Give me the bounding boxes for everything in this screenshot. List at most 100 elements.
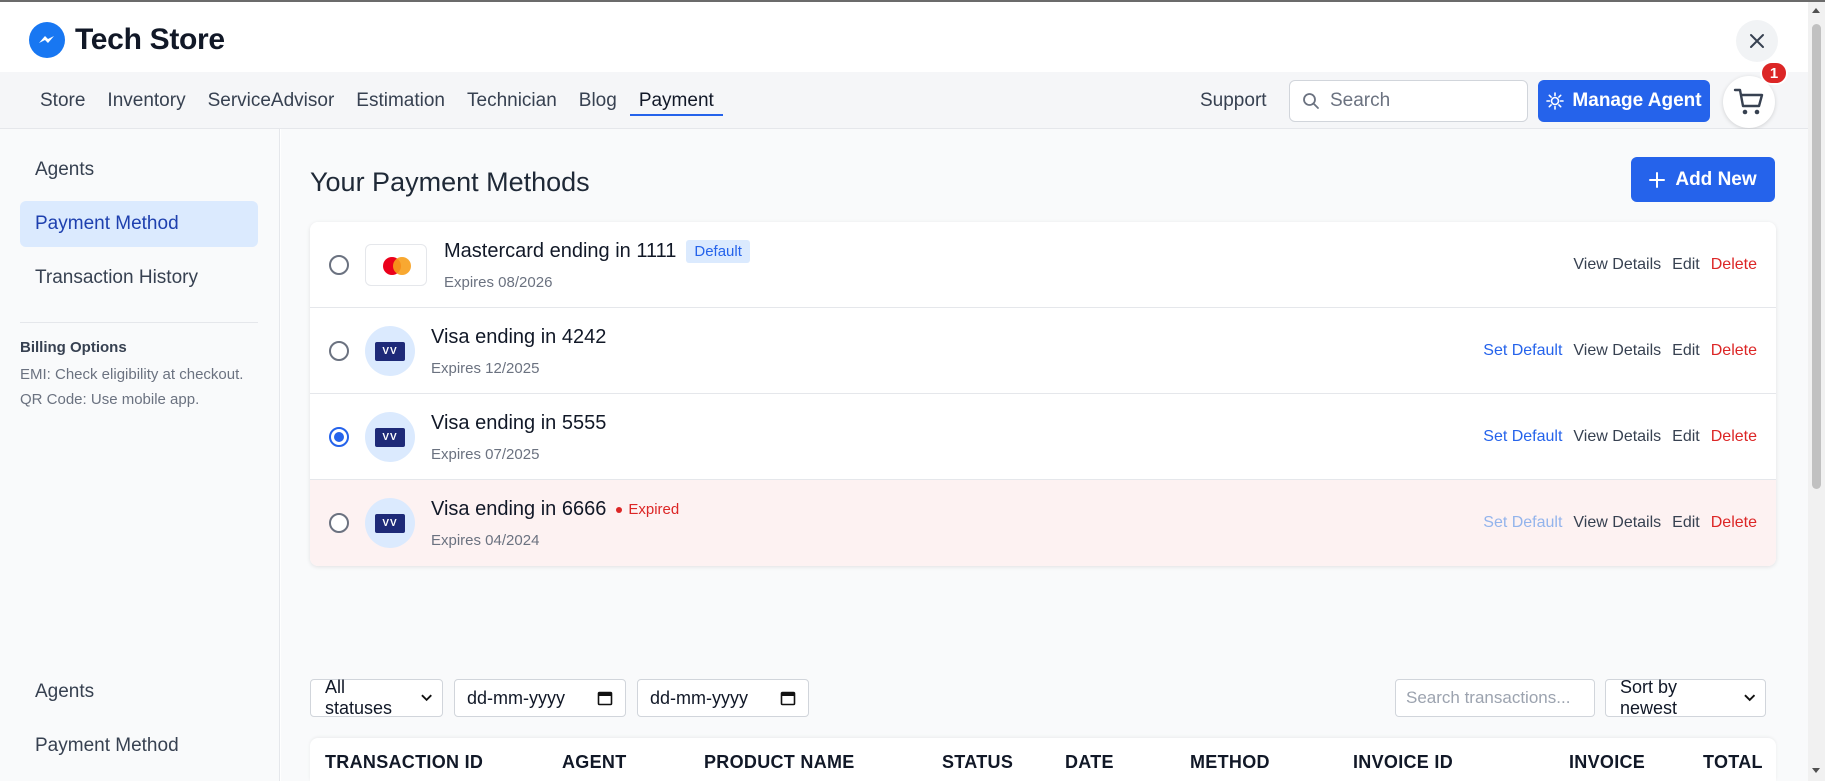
- billing-qr-text: QR Code: Use mobile app.: [20, 391, 200, 408]
- brand[interactable]: Tech Store: [29, 22, 225, 58]
- shopping-cart-icon: [1733, 88, 1764, 115]
- nav-link-blog[interactable]: Blog: [568, 72, 628, 129]
- messenger-logo-icon: [29, 22, 65, 58]
- delete-button[interactable]: Delete: [1711, 342, 1757, 360]
- view-details-button[interactable]: View Details: [1573, 256, 1661, 274]
- sidebar-item-payment-method[interactable]: Payment Method: [20, 201, 258, 247]
- card-name-text: Visa ending in 6666: [431, 498, 607, 520]
- payment-method-row: Mastercard ending in 1111 Default Expire…: [310, 222, 1776, 308]
- card-name: Visa ending in 5555: [431, 412, 606, 435]
- plus-icon: [1649, 171, 1666, 188]
- transaction-search-box[interactable]: [1395, 679, 1595, 717]
- sort-value: Sort by newest: [1620, 677, 1678, 718]
- column-header-invoice-id[interactable]: INVOICE ID: [1353, 752, 1453, 773]
- transaction-filters: All statuses dd-mm-yyyy dd-mm-yyyy Sort …: [310, 677, 1776, 718]
- delete-button[interactable]: Delete: [1711, 256, 1757, 274]
- manage-agent-label: Manage Agent: [1572, 90, 1702, 111]
- column-header-status[interactable]: STATUS: [942, 752, 1013, 773]
- nav-link-estimation[interactable]: Estimation: [345, 72, 456, 129]
- column-header-total[interactable]: TOTAL: [1703, 752, 1763, 773]
- column-header-invoice[interactable]: INVOICE: [1569, 752, 1645, 773]
- visa-card-icon: VV: [365, 412, 415, 462]
- set-default-button[interactable]: Set Default: [1483, 428, 1562, 446]
- view-details-button[interactable]: View Details: [1573, 514, 1661, 532]
- card-name-text: Visa ending in 4242: [431, 326, 607, 348]
- delete-button[interactable]: Delete: [1711, 428, 1757, 446]
- sidebar-item-agents-secondary[interactable]: Agents: [20, 669, 258, 715]
- date-from-input[interactable]: dd-mm-yyyy: [454, 679, 626, 717]
- billing-options: Billing Options EMI: Check eligibility a…: [20, 339, 260, 412]
- page-title: Your Payment Methods: [310, 167, 590, 197]
- visa-card-icon: VV: [365, 498, 415, 548]
- nav-link-store[interactable]: Store: [40, 72, 96, 129]
- payment-method-radio[interactable]: [329, 255, 349, 275]
- sidebar-item-agents[interactable]: Agents: [20, 147, 258, 193]
- edit-button[interactable]: Edit: [1672, 428, 1700, 446]
- column-header-agent[interactable]: AGENT: [562, 752, 627, 773]
- sidebar: Agents Payment Method Transaction Histor…: [0, 129, 280, 781]
- status-filter-select[interactable]: All statuses: [310, 677, 443, 718]
- column-header-date[interactable]: DATE: [1065, 752, 1114, 773]
- close-button[interactable]: [1736, 20, 1778, 62]
- brand-name: Tech Store: [75, 23, 225, 56]
- payment-method-row-expired: VV Visa ending in 6666 Expired Expires 0…: [310, 480, 1776, 566]
- edit-button[interactable]: Edit: [1672, 342, 1700, 360]
- nav-link-payment[interactable]: Payment: [628, 72, 725, 129]
- delete-button[interactable]: Delete: [1711, 514, 1757, 532]
- main-content: Your Payment Methods Add New Mastercard …: [281, 129, 1808, 781]
- payment-method-radio[interactable]: [329, 341, 349, 361]
- view-details-button[interactable]: View Details: [1573, 342, 1661, 360]
- date-to-input[interactable]: dd-mm-yyyy: [637, 679, 809, 717]
- sidebar-divider: [20, 322, 258, 323]
- payment-method-radio[interactable]: [329, 427, 349, 447]
- support-link[interactable]: Support: [1200, 72, 1267, 129]
- page-scrollbar[interactable]: [1808, 2, 1825, 781]
- sidebar-item-transaction-history[interactable]: Transaction History: [20, 255, 258, 301]
- card-name-text: Visa ending in 5555: [431, 412, 607, 434]
- view-details-button[interactable]: View Details: [1573, 428, 1661, 446]
- search-input[interactable]: [1330, 90, 1510, 112]
- nav-link-inventory[interactable]: Inventory: [96, 72, 196, 129]
- card-actions: Set Default View Details Edit Delete: [1483, 480, 1757, 566]
- nav-link-technician[interactable]: Technician: [456, 72, 568, 129]
- column-header-method[interactable]: METHOD: [1190, 752, 1270, 773]
- transaction-search-input[interactable]: [1406, 688, 1586, 708]
- card-name: Mastercard ending in 1111 Default: [444, 240, 750, 263]
- add-new-button[interactable]: Add New: [1631, 157, 1775, 202]
- date-from-placeholder: dd-mm-yyyy: [467, 687, 565, 708]
- edit-button[interactable]: Edit: [1672, 256, 1700, 274]
- transactions-table-header: TRANSACTION ID AGENT PRODUCT NAME STATUS…: [310, 738, 1776, 781]
- chevron-down-icon: [1743, 694, 1755, 702]
- visa-logo-text: VV: [375, 341, 405, 361]
- card-expiry: Expires 12/2025: [431, 360, 540, 377]
- column-header-product-name[interactable]: PRODUCT NAME: [704, 752, 855, 773]
- scroll-down-arrow-icon[interactable]: [1812, 768, 1820, 773]
- column-header-transaction-id[interactable]: TRANSACTION ID: [325, 752, 483, 773]
- card-actions: View Details Edit Delete: [1573, 222, 1757, 308]
- search-box[interactable]: [1289, 80, 1528, 122]
- date-to-placeholder: dd-mm-yyyy: [650, 687, 748, 708]
- set-default-button[interactable]: Set Default: [1483, 342, 1562, 360]
- mastercard-logo-icon: [365, 244, 427, 286]
- sort-select[interactable]: Sort by newest: [1605, 677, 1766, 718]
- sun-icon: [1546, 92, 1565, 110]
- status-filter-value: All statuses: [325, 677, 393, 718]
- add-new-label: Add New: [1675, 168, 1757, 190]
- sidebar-item-payment-method-secondary[interactable]: Payment Method: [20, 723, 258, 769]
- card-expiry: Expires 08/2026: [444, 274, 553, 291]
- calendar-icon[interactable]: [780, 690, 796, 706]
- app-header: Tech Store: [0, 0, 1825, 72]
- nav-links: Store Inventory ServiceAdvisor Estimatio…: [40, 72, 725, 129]
- payment-method-radio[interactable]: [329, 513, 349, 533]
- edit-button[interactable]: Edit: [1672, 514, 1700, 532]
- payment-method-row: VV Visa ending in 5555 Expires 07/2025 S…: [310, 394, 1776, 480]
- billing-options-title: Billing Options: [20, 339, 127, 356]
- scroll-up-arrow-icon[interactable]: [1812, 8, 1820, 13]
- calendar-icon[interactable]: [597, 690, 613, 706]
- nav-link-serviceadvisor[interactable]: ServiceAdvisor: [197, 72, 346, 129]
- set-default-button-disabled[interactable]: Set Default: [1483, 514, 1562, 532]
- visa-logo-text: VV: [375, 513, 405, 533]
- scrollbar-thumb[interactable]: [1812, 24, 1821, 489]
- manage-agent-button[interactable]: Manage Agent: [1538, 80, 1710, 122]
- expired-badge: Expired: [616, 501, 679, 518]
